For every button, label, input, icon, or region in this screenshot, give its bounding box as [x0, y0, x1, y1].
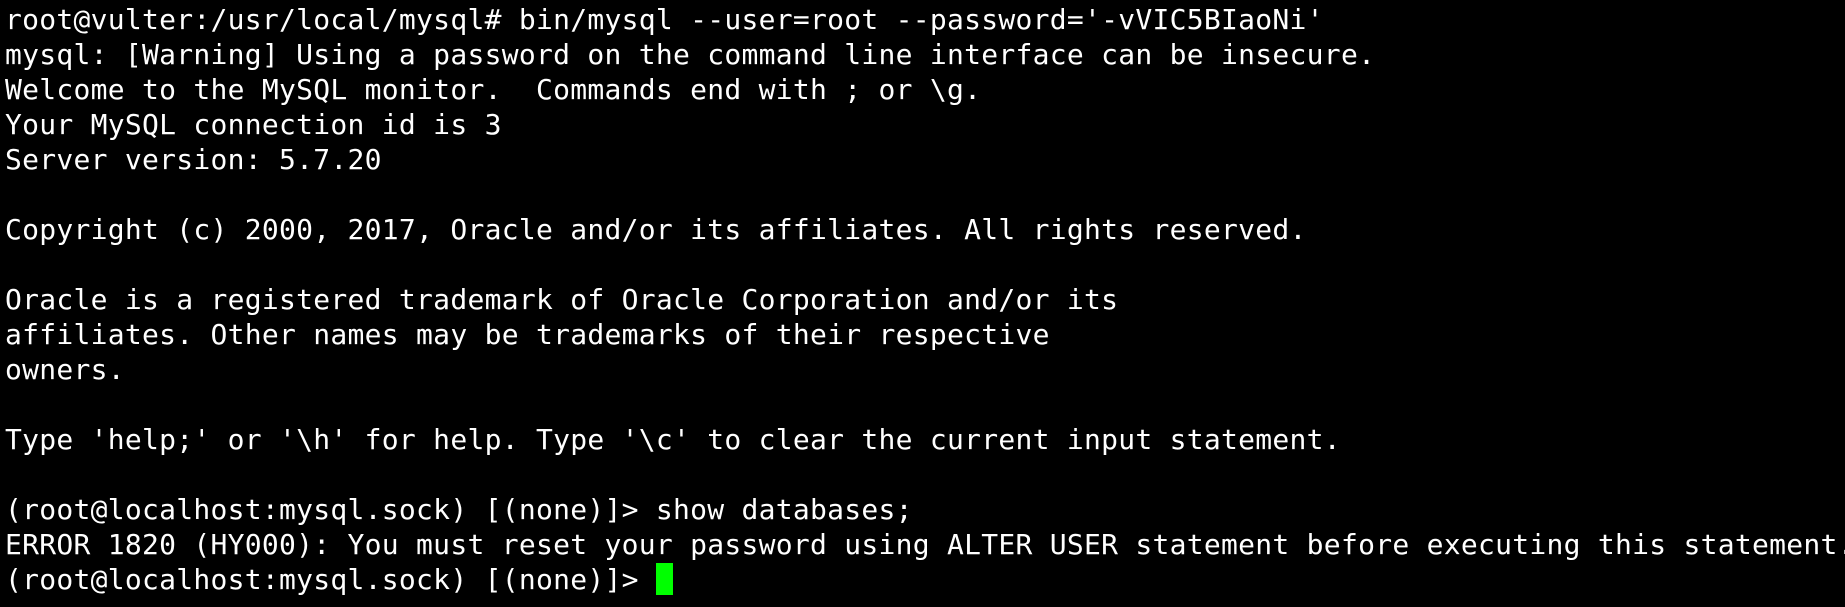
warning-line: mysql: [Warning] Using a password on the…	[5, 38, 1376, 71]
trademark-line: affiliates. Other names may be trademark…	[5, 318, 1050, 351]
connection-id-line: Your MySQL connection id is 3	[5, 108, 502, 141]
input-line[interactable]: (root@localhost:mysql.sock) [(none)]>	[5, 562, 1845, 597]
welcome-line: Welcome to the MySQL monitor. Commands e…	[5, 73, 982, 106]
help-hint-line: Type 'help;' or '\h' for help. Type '\c'…	[5, 423, 1341, 456]
error-line: ERROR 1820 (HY000): You must reset your …	[5, 528, 1845, 561]
mysql-prompt: (root@localhost:mysql.sock) [(none)]>	[5, 563, 656, 596]
trademark-line: Oracle is a registered trademark of Orac…	[5, 283, 1119, 316]
query-line: (root@localhost:mysql.sock) [(none)]> sh…	[5, 493, 913, 526]
terminal-window[interactable]: root@vulter:/usr/local/mysql# bin/mysql …	[0, 0, 1845, 607]
server-version-line: Server version: 5.7.20	[5, 143, 382, 176]
shell-command-line: root@vulter:/usr/local/mysql# bin/mysql …	[5, 3, 1324, 36]
copyright-line: Copyright (c) 2000, 2017, Oracle and/or …	[5, 213, 1307, 246]
trademark-line: owners.	[5, 353, 125, 386]
text-cursor	[655, 563, 673, 595]
